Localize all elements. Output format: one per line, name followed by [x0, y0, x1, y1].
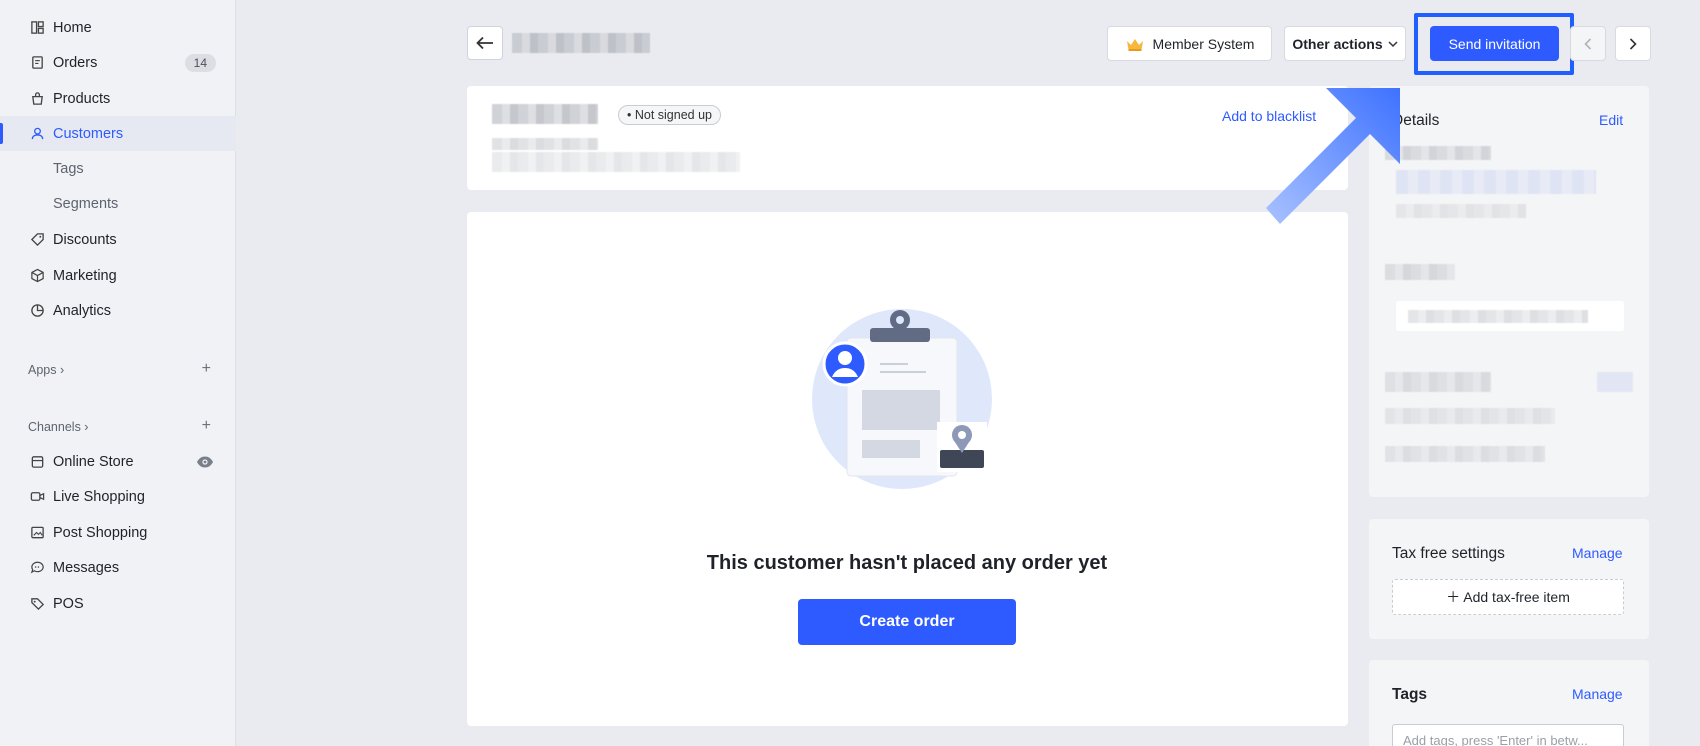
customer-phone-redacted [492, 152, 740, 172]
sidebar-item-customers[interactable]: Customers [0, 116, 236, 151]
sidebar-item-messages[interactable]: Messages [0, 550, 236, 585]
details-meta-row1-redacted [1385, 408, 1555, 424]
pie-chart-icon [29, 303, 45, 319]
bag-icon [29, 91, 45, 107]
image-icon [29, 525, 45, 541]
customer-title-redacted [492, 104, 598, 124]
details-meta-value-redacted [1597, 372, 1633, 392]
orders-count-badge: 14 [184, 53, 216, 72]
send-invitation-highlight [1414, 13, 1574, 75]
chat-icon [29, 560, 45, 576]
apps-section-label[interactable]: Apps › [28, 363, 64, 377]
home-icon [29, 20, 45, 36]
crown-icon [1126, 38, 1143, 51]
add-app-plus-icon[interactable]: + [202, 360, 211, 378]
chevron-left-icon [1584, 37, 1592, 50]
sidebar-item-segments[interactable]: Segments [53, 196, 118, 212]
sidebar-item-label: Messages [53, 559, 120, 576]
tag-icon [29, 232, 45, 248]
cube-icon [29, 268, 45, 284]
sidebar: Home Orders 14 Products Customers Tags S… [0, 0, 236, 746]
sidebar-item-tags[interactable]: Tags [53, 161, 84, 177]
sidebar-item-label: Products [53, 90, 111, 107]
orders-empty-card: This customer hasn't placed any order ye… [467, 212, 1348, 726]
customer-email-redacted [492, 138, 598, 150]
sidebar-item-label: Discounts [53, 231, 117, 248]
sidebar-item-home[interactable]: Home [0, 10, 236, 45]
eye-icon[interactable] [196, 455, 214, 469]
sidebar-item-label: Customers [53, 125, 124, 142]
member-system-button[interactable]: Member System [1107, 26, 1272, 61]
sidebar-item-discounts[interactable]: Discounts [0, 222, 236, 257]
sidebar-item-analytics[interactable]: Analytics [0, 293, 236, 328]
sidebar-item-label: Online Store [53, 453, 134, 470]
details-meta-row2-redacted [1385, 446, 1545, 462]
sidebar-item-marketing[interactable]: Marketing [0, 258, 236, 293]
store-icon [29, 454, 45, 470]
sidebar-item-products[interactable]: Products [0, 81, 236, 116]
sidebar-item-online-store[interactable]: Online Store [0, 444, 236, 479]
sidebar-item-post-shopping[interactable]: Post Shopping [0, 515, 236, 550]
add-channel-plus-icon[interactable]: + [202, 417, 211, 435]
sidebar-item-label: Live Shopping [53, 488, 145, 505]
next-customer-button[interactable] [1615, 26, 1651, 61]
tax-free-title: Tax free settings [1392, 545, 1505, 562]
member-system-label: Member System [1152, 35, 1255, 52]
sidebar-item-pos[interactable]: POS [0, 586, 236, 621]
previous-customer-button[interactable] [1570, 26, 1606, 61]
create-order-button[interactable]: Create order [798, 599, 1016, 645]
add-tax-free-item-button[interactable]: ＋ Add tax-free item [1392, 579, 1624, 615]
pos-tag-icon [29, 596, 45, 612]
tags-card: Tags Manage Add tags, press 'Enter' in b… [1369, 660, 1649, 746]
details-address-label-redacted [1385, 264, 1455, 280]
status-badge: • Not signed up [618, 105, 721, 125]
sidebar-item-orders[interactable]: Orders 14 [0, 45, 236, 80]
empty-orders-title: This customer hasn't placed any order ye… [706, 552, 1108, 574]
channels-section-label[interactable]: Channels › [28, 420, 88, 434]
tags-input[interactable]: Add tags, press 'Enter' in betw... [1392, 724, 1624, 746]
arrow-left-icon [476, 36, 493, 50]
back-button[interactable] [467, 26, 503, 60]
other-actions-dropdown[interactable]: Other actions [1284, 26, 1406, 61]
tax-free-settings-card: Tax free settings Manage ＋ Add tax-free … [1369, 519, 1649, 639]
sidebar-item-label: POS [53, 595, 84, 612]
sidebar-item-label: Analytics [53, 302, 112, 319]
clipboard-illustration-icon [812, 309, 992, 489]
orders-icon [29, 55, 45, 71]
edit-details-link[interactable]: Edit [1599, 112, 1623, 128]
sidebar-item-label: Post Shopping [53, 524, 148, 541]
details-email-redacted [1396, 170, 1596, 194]
details-address-redacted [1408, 310, 1588, 323]
customer-name-redacted [512, 33, 650, 53]
tax-free-manage-link[interactable]: Manage [1572, 545, 1623, 561]
sidebar-item-label: Marketing [53, 267, 117, 284]
chevron-down-icon [1388, 40, 1398, 47]
video-icon [29, 489, 45, 505]
annotation-arrow-icon [1266, 88, 1400, 224]
details-address-box [1396, 301, 1624, 331]
details-meta-label-redacted [1385, 372, 1491, 392]
tags-title: Tags [1392, 686, 1428, 703]
other-actions-label: Other actions [1292, 35, 1383, 52]
sidebar-item-label: Home [53, 19, 92, 36]
chevron-right-icon [1629, 37, 1637, 50]
customer-info-card: • Not signed up Add to blacklist [467, 86, 1348, 190]
tags-manage-link[interactable]: Manage [1572, 686, 1623, 702]
sidebar-item-label: Orders [53, 54, 98, 71]
sidebar-item-live-shopping[interactable]: Live Shopping [0, 479, 236, 514]
user-icon [29, 126, 45, 142]
